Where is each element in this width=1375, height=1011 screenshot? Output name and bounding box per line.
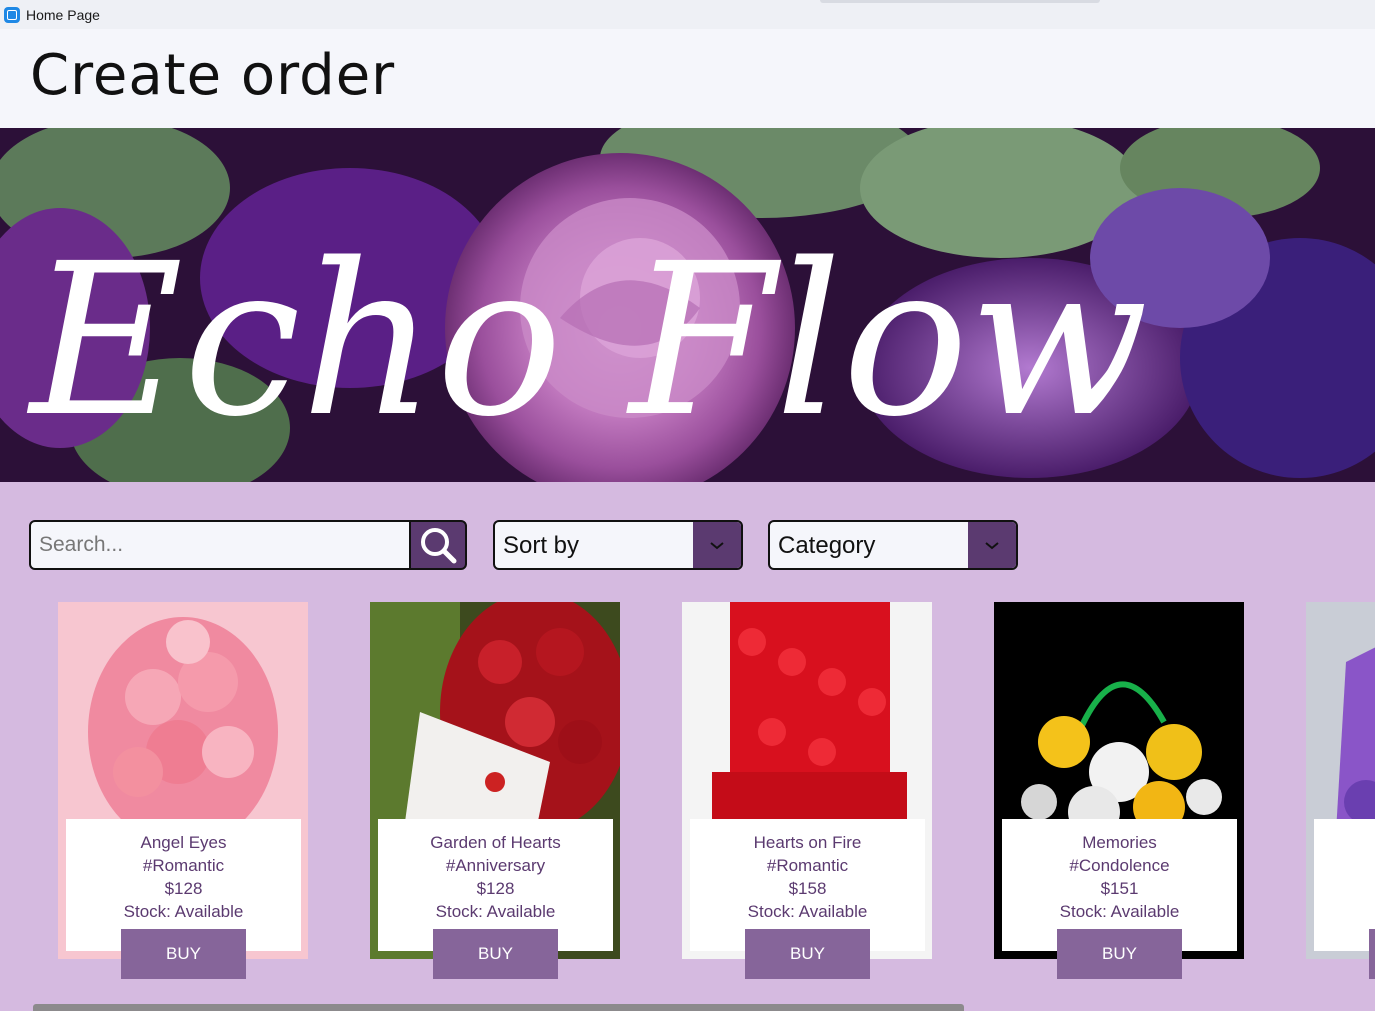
product-list: Angel Eyes #Romantic $128 Stock: Availab…	[0, 602, 1375, 982]
chevron-down-icon	[968, 522, 1016, 568]
search-box	[29, 520, 411, 570]
category-select-label: Category	[778, 532, 876, 559]
product-name: Garden of Hearts	[430, 833, 561, 852]
product-price: $158	[788, 879, 827, 898]
page-title: Create order	[30, 43, 396, 108]
product-tag: #Anniversary	[445, 856, 546, 875]
product-card: Memories #Condolence $151 Stock: Availab…	[994, 602, 1244, 979]
titlebar-handle	[820, 0, 1100, 3]
product-tag: #Romantic	[142, 856, 225, 875]
chevron-down-icon	[693, 522, 741, 568]
horizontal-scrollbar[interactable]	[33, 1004, 964, 1011]
product-stock: Stock: Available	[1059, 902, 1180, 921]
product-price: $128	[164, 879, 203, 898]
buy-button[interactable]: BUY	[1057, 929, 1182, 979]
buy-button[interactable]: BUY	[745, 929, 870, 979]
app-icon	[4, 6, 20, 23]
product-price: $151	[1100, 879, 1139, 898]
filter-toolbar: Sort by Category	[0, 520, 1375, 570]
product-info	[1314, 819, 1375, 951]
category-select[interactable]: Category	[768, 520, 1018, 570]
product-name: Hearts on Fire	[753, 833, 862, 852]
sort-select[interactable]: Sort by	[493, 520, 743, 570]
window-titlebar: Home Page	[0, 0, 1375, 29]
search-icon	[421, 528, 457, 564]
search-button[interactable]	[409, 520, 467, 570]
banner-flowers-image: Echo Flow	[0, 128, 1375, 482]
product-tag: #Condolence	[1069, 856, 1170, 875]
product-card: Hearts on Fire #Romantic $158 Stock: Ava…	[682, 602, 932, 979]
product-price: $128	[476, 879, 515, 898]
product-tag: #Romantic	[766, 856, 849, 875]
product-card	[1306, 602, 1375, 982]
product-name: Angel Eyes	[140, 833, 227, 852]
product-name: Memories	[1082, 833, 1157, 852]
buy-button[interactable]: BUY	[433, 929, 558, 979]
buy-button[interactable]: BUY	[121, 929, 246, 979]
search-input[interactable]	[31, 522, 407, 568]
buy-button[interactable]	[1369, 929, 1375, 979]
product-stock: Stock: Available	[435, 902, 556, 921]
product-stock: Stock: Available	[747, 902, 868, 921]
window-title: Home Page	[26, 6, 100, 23]
banner-brand-text: Echo Flow	[26, 218, 1148, 463]
product-card: Angel Eyes #Romantic $128 Stock: Availab…	[58, 602, 308, 979]
hero-banner: Echo Flow	[0, 128, 1375, 482]
page-header: Create order	[0, 29, 1375, 128]
sort-select-label: Sort by	[503, 532, 580, 559]
product-card: Garden of Hearts #Anniversary $128 Stock…	[370, 602, 620, 979]
product-stock: Stock: Available	[123, 902, 244, 921]
